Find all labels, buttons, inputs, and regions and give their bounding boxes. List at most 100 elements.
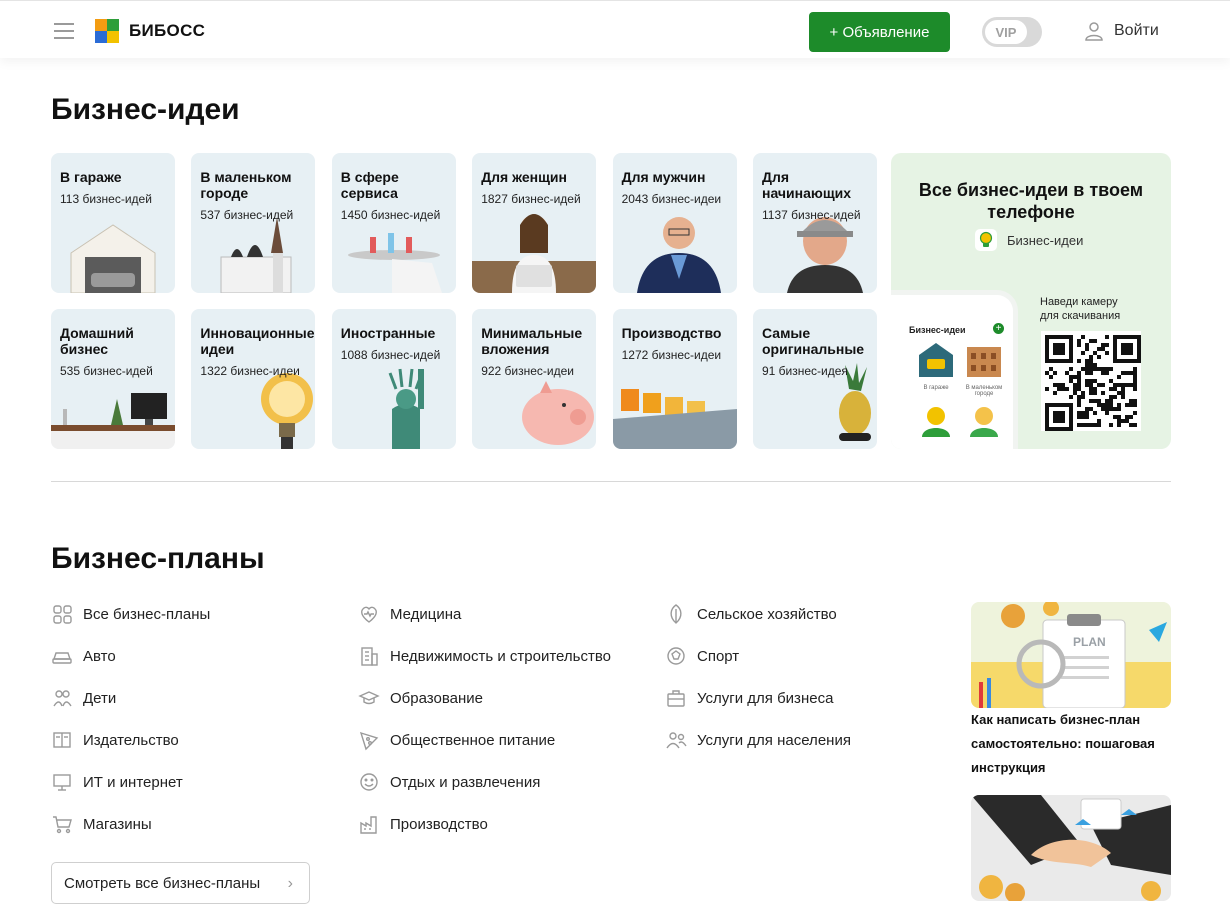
plan-category-link[interactable]: Магазины	[51, 813, 152, 835]
phone-plus-icon: +	[993, 323, 1004, 334]
idea-tile[interactable]: Производство 1272 бизнес-идеи	[612, 309, 737, 449]
phone-label-town: В маленьком городе	[965, 385, 1003, 397]
kids-icon	[53, 690, 72, 707]
idea-tile-count: 1827 бизнес-идей	[481, 192, 581, 206]
plan-category-link[interactable]: Отдых и развлечения	[358, 771, 540, 793]
idea-tile[interactable]: Минимальные вложения 922 бизнес-идеи	[472, 309, 597, 449]
car-icon	[52, 652, 72, 664]
app-bulb-icon	[975, 229, 997, 251]
idea-tile[interactable]: Инновационные идеи 1322 бизнес-идеи	[191, 309, 316, 449]
plan-category-label: Услуги для населения	[697, 731, 851, 749]
plan-category-label: Производство	[390, 815, 488, 833]
article-title[interactable]: Как написать бизнес-план самостоятельно:…	[971, 708, 1176, 780]
plan-category-link[interactable]: ИТ и интернет	[51, 771, 183, 793]
plan-image-text: PLAN	[1073, 635, 1106, 649]
idea-tile-title: Для мужчин	[621, 169, 706, 185]
plan-category-link[interactable]: Услуги для бизнеса	[665, 687, 833, 709]
plans-title: Бизнес-планы	[51, 542, 265, 575]
plan-category-link[interactable]: Сельское хозяйство	[665, 603, 837, 625]
qr-caption-line: Наведи камеру	[1040, 296, 1118, 308]
plan-category-label: Недвижимость и строительство	[390, 647, 611, 665]
heart-pulse-icon	[361, 606, 377, 623]
logo[interactable]: БИБОСС	[95, 19, 205, 43]
idea-tile-title: Самые оригинальные	[762, 325, 865, 357]
login-label: Войти	[1114, 22, 1159, 39]
idea-tile-count: 537 бизнес-идей	[200, 208, 294, 222]
post-ad-button[interactable]: + Объявление	[809, 12, 950, 52]
idea-tile-count: 1322 бизнес-идеи	[200, 364, 300, 378]
idea-tile[interactable]: Домашний бизнес 535 бизнес-идей	[51, 309, 175, 449]
plan-category-link[interactable]: Услуги для населения	[665, 729, 851, 751]
plan-category-label: Медицина	[390, 605, 462, 623]
phone-town-icon	[967, 347, 1001, 377]
grid-icon	[53, 605, 72, 624]
idea-tile-count: 91 бизнес-идея	[762, 364, 848, 378]
logo-text: БИБОСС	[129, 21, 206, 40]
user-icon	[1085, 22, 1103, 41]
idea-tile-title: В гараже	[60, 169, 122, 185]
idea-tile-title: Домашний бизнес	[60, 325, 134, 357]
idea-tile-title: Производство	[621, 325, 722, 341]
idea-tile-title: Инновационные идеи	[200, 325, 315, 357]
vip-toggle[interactable]: VIP	[982, 17, 1042, 47]
people-icon	[666, 732, 687, 749]
plan-category-label: ИТ и интернет	[83, 773, 183, 791]
plan-category-link[interactable]: Авто	[51, 645, 116, 667]
plan-category-label: Авто	[83, 647, 116, 665]
plan-category-link[interactable]: Издательство	[51, 729, 179, 751]
vip-label: VIP	[985, 20, 1027, 44]
leaf-icon	[670, 604, 682, 624]
smile-icon	[360, 773, 378, 791]
idea-tile-count: 2043 бизнес-идеи	[621, 192, 722, 206]
qr-caption: Наведи камеру для скачивания	[1040, 295, 1120, 323]
top-header: БИБОСС + Объявление VIP Войти	[0, 0, 1230, 58]
plan-category-label: Общественное питание	[390, 731, 556, 749]
idea-tile-count: 1450 бизнес-идей	[340, 208, 441, 222]
idea-tile[interactable]: Для женщин 1827 бизнес-идей	[472, 153, 597, 293]
idea-tile-title: В сфере сервиса	[340, 169, 399, 201]
menu-burger-icon[interactable]	[54, 23, 74, 39]
phone-mockup-image: Бизнес-идеи + В гараже В маленьком город…	[891, 295, 1013, 449]
promo-app: Бизнес-идеи	[975, 229, 1083, 251]
plan-category-label: Образование	[390, 689, 483, 707]
phone-title: Бизнес-идеи	[909, 325, 966, 335]
pizza-icon	[359, 731, 379, 751]
plan-category-label: Сельское хозяйство	[697, 605, 837, 623]
plan-category-label: Все бизнес-планы	[83, 605, 211, 623]
plan-category-link[interactable]: Производство	[358, 813, 488, 835]
qr-code-image[interactable]	[1041, 331, 1141, 431]
plan-category-link[interactable]: Медицина	[358, 603, 461, 625]
ball-icon	[667, 647, 685, 665]
idea-tile-count: 535 бизнес-идей	[60, 364, 153, 378]
all-plans-button[interactable]: Смотреть все бизнес-планы ›	[51, 862, 310, 904]
factory-icon	[360, 816, 377, 834]
idea-tile[interactable]: Для мужчин 2043 бизнес-идеи	[612, 153, 737, 293]
idea-tile[interactable]: В маленьком городе 537 бизнес-идей	[191, 153, 316, 293]
plan-category-link[interactable]: Спорт	[665, 645, 739, 667]
chevron-right-icon: ›	[287, 875, 293, 892]
plan-category-link[interactable]: Общественное питание	[358, 729, 555, 751]
app-promo-card[interactable]: Все бизнес-идеи в твоем телефоне Бизнес-…	[891, 153, 1171, 449]
article-image-plan[interactable]: PLAN	[971, 602, 1171, 708]
plan-category-label: Спорт	[697, 647, 740, 665]
plan-category-link[interactable]: Недвижимость и строительство	[358, 645, 611, 667]
plan-category-link[interactable]: Все бизнес-планы	[51, 603, 210, 625]
login-link[interactable]: Войти	[1084, 21, 1159, 41]
garage-image	[70, 224, 156, 293]
idea-tile[interactable]: В сфере сервиса 1450 бизнес-идей	[331, 153, 456, 293]
article-image-handshake[interactable]	[971, 795, 1171, 901]
promo-title: Все бизнес-идеи в твоем телефоне	[918, 180, 1144, 222]
logo-mark-icon	[95, 19, 119, 43]
woman-laptop-image	[472, 214, 597, 293]
idea-tile-title: Для женщин	[481, 169, 567, 185]
cart-icon	[53, 816, 72, 834]
section-divider	[51, 481, 1171, 482]
plan-category-link[interactable]: Дети	[51, 687, 116, 709]
idea-tile[interactable]: Иностранные 1088 бизнес-идей	[331, 309, 456, 449]
idea-tile-count: 1088 бизнес-идей	[340, 348, 441, 362]
idea-tile[interactable]: В гараже 113 бизнес-идей	[51, 153, 175, 293]
plan-category-link[interactable]: Образование	[358, 687, 483, 709]
idea-tile[interactable]: Самые оригинальные 91 бизнес-идея	[753, 309, 877, 449]
idea-tile[interactable]: Для начинающих 1137 бизнес-идей	[753, 153, 877, 293]
plan-category-label: Отдых и развлечения	[390, 773, 541, 791]
